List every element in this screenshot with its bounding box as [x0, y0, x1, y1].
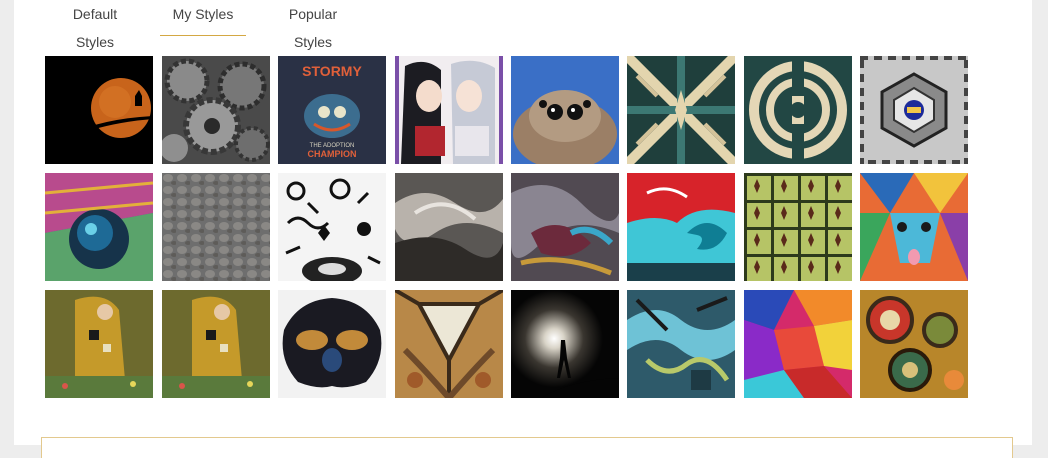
style-thumbnail-gold-triangle[interactable] — [395, 290, 503, 398]
style-thumbnail-green-tile-grid[interactable] — [744, 173, 852, 281]
style-thumbnail-colorful-poly-bear[interactable] — [860, 173, 968, 281]
tab-popular-styles[interactable]: Popular Styles — [270, 0, 356, 50]
style-thumbnail-gray-geometric[interactable] — [860, 56, 968, 164]
style-thumbnail-stained-glass-sphere[interactable] — [45, 173, 153, 281]
style-thumbnail-gray-marble[interactable] — [395, 173, 503, 281]
style-thumbnail-doodle-pattern[interactable] — [278, 173, 386, 281]
style-thumbnail-klimt-kiss[interactable] — [45, 290, 153, 398]
style-thumbnail-teal-mandala[interactable] — [744, 56, 852, 164]
style-thumbnail-metal-gears[interactable] — [162, 56, 270, 164]
style-thumbnail-red-cyan-wave[interactable] — [627, 173, 735, 281]
style-thumbnail-teal-abstract[interactable] — [627, 290, 735, 398]
style-thumbnail-silhouette-light[interactable] — [511, 290, 619, 398]
style-thumbnail-anime-girls[interactable] — [395, 56, 503, 164]
style-thumbnail-klimt-kiss-copy[interactable] — [162, 290, 270, 398]
style-thumbnail-dark-rorschach[interactable] — [278, 290, 386, 398]
style-thumbnail-teal-kaleidoscope[interactable] — [627, 56, 735, 164]
champion-text: CHAMPION — [308, 149, 357, 159]
style-thumbnail-jumping-spider[interactable] — [511, 56, 619, 164]
style-thumbnail-stormy[interactable]: STORMY THE ADOPTION CHAMPION — [278, 56, 386, 164]
tab-default-styles[interactable]: Default Styles — [54, 0, 136, 50]
bottom-content-box — [41, 437, 1013, 458]
style-thumbnail-gray-pebbles[interactable] — [162, 173, 270, 281]
page-gutter — [1032, 0, 1048, 445]
style-thumbnail-organic-bubbles[interactable] — [860, 290, 968, 398]
stormy-text: STORMY — [302, 63, 362, 79]
style-thumbnail-psychedelic-swirl[interactable] — [511, 173, 619, 281]
content-panel: Default Styles My Styles Popular Styles — [14, 0, 1032, 458]
tab-my-styles[interactable]: My Styles — [160, 0, 246, 36]
style-thumbnail-colorful-patchwork[interactable] — [744, 290, 852, 398]
style-thumbnail-orange-moon[interactable] — [45, 56, 153, 164]
